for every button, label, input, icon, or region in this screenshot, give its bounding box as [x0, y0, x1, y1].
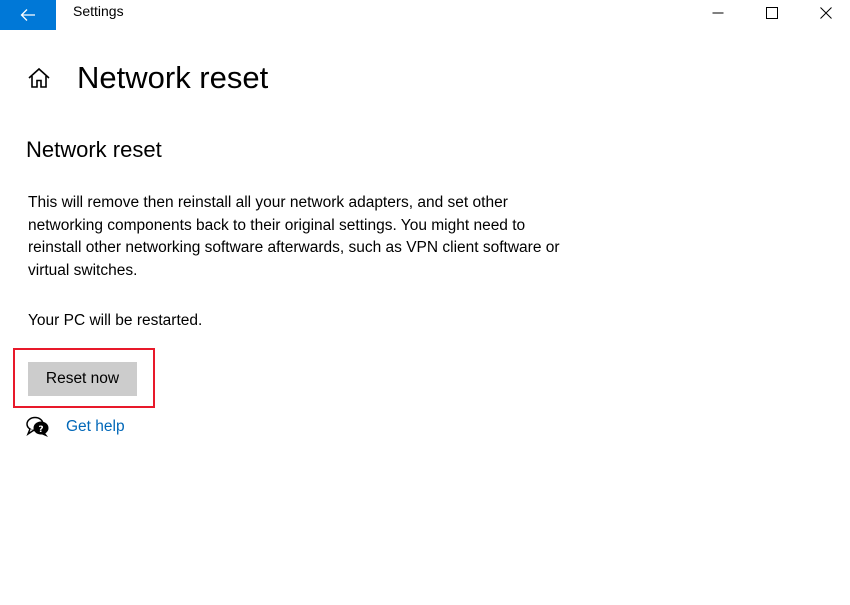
app-title: Settings: [73, 3, 124, 19]
chat-help-icon: ?: [26, 416, 50, 438]
page-title: Network reset: [77, 60, 269, 95]
get-help-link[interactable]: Get help: [66, 418, 125, 436]
restart-note: Your PC will be restarted.: [28, 312, 203, 329]
back-arrow-icon: [20, 9, 35, 21]
maximize-icon: [766, 7, 778, 19]
settings-window: Settings Network reset Network reset Thi…: [0, 0, 850, 605]
minimize-icon: [712, 12, 724, 14]
section-title: Network reset: [26, 137, 162, 162]
home-icon: [28, 67, 50, 88]
back-button[interactable]: [0, 0, 56, 30]
reset-now-button[interactable]: Reset now: [28, 362, 137, 396]
description-text: This will remove then reinstall all your…: [28, 194, 560, 279]
maximize-button[interactable]: [747, 0, 797, 26]
title-bar: Settings: [0, 0, 850, 30]
close-icon: [820, 7, 832, 19]
minimize-button[interactable]: [693, 0, 743, 26]
home-button[interactable]: [26, 65, 52, 91]
get-help-row[interactable]: ? Get help: [26, 414, 125, 440]
close-button[interactable]: [801, 0, 850, 26]
svg-text:?: ?: [38, 425, 43, 435]
page-header: Network reset: [26, 56, 268, 100]
